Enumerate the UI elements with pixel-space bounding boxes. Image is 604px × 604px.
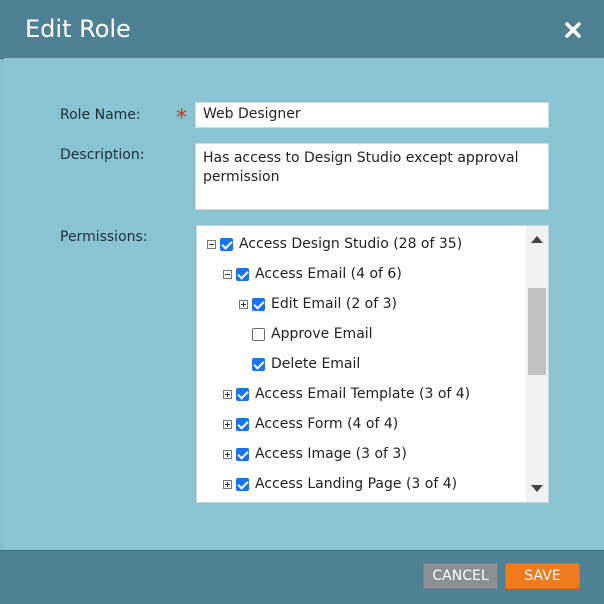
expand-plus-icon[interactable]: [223, 389, 232, 399]
permission-item[interactable]: Access Image (3 of 3): [223, 444, 407, 464]
role-name-input[interactable]: Web Designer: [195, 102, 549, 128]
permissions-tree[interactable]: Access Design Studio (28 of 35) Access Em…: [196, 225, 549, 503]
role-name-label: Role Name:: [60, 107, 141, 123]
permission-item[interactable]: Approve Email: [239, 324, 373, 344]
permission-label: Access Design Studio (28 of 35): [239, 236, 463, 252]
required-marker: *: [176, 106, 187, 131]
expand-plus-icon[interactable]: [223, 479, 232, 489]
close-icon[interactable]: [562, 19, 584, 41]
permission-checkbox[interactable]: [236, 477, 249, 491]
permission-item[interactable]: Delete Email: [239, 354, 360, 374]
save-button[interactable]: SAVE: [505, 563, 580, 589]
permission-label: Access Form (4 of 4): [255, 416, 399, 432]
permission-label: Access Email (4 of 6): [255, 266, 402, 282]
permission-label: Approve Email: [271, 326, 373, 342]
permission-label: Edit Email (2 of 3): [271, 296, 397, 312]
permission-checkbox[interactable]: [236, 417, 249, 431]
permission-checkbox[interactable]: [236, 387, 249, 401]
collapse-minus-icon[interactable]: [207, 239, 216, 249]
scrollbar-thumb[interactable]: [528, 288, 546, 375]
permission-label: Access Landing Page (3 of 4): [255, 476, 458, 492]
scroll-up-arrow-icon[interactable]: [531, 236, 543, 243]
permissions-label: Permissions:: [60, 229, 148, 245]
permission-item[interactable]: Access Email (4 of 6): [223, 264, 402, 284]
expand-plus-icon[interactable]: [223, 419, 232, 429]
permission-item[interactable]: Access Landing Page (3 of 4): [223, 474, 457, 494]
cancel-button[interactable]: CANCEL: [423, 563, 498, 589]
expand-plus-icon[interactable]: [239, 299, 248, 309]
permission-label: Access Image (3 of 3): [255, 446, 407, 462]
scroll-down-arrow-icon[interactable]: [531, 485, 543, 492]
expand-plus-icon[interactable]: [223, 449, 232, 459]
edit-role-dialog: Edit Role Role Name: * Web Designer Desc…: [0, 0, 604, 604]
permission-label: Delete Email: [271, 356, 361, 372]
permission-checkbox[interactable]: [252, 357, 265, 371]
collapse-minus-icon[interactable]: [223, 269, 232, 279]
dialog-header: Edit Role: [0, 0, 604, 59]
permission-item[interactable]: Edit Email (2 of 3): [239, 294, 397, 314]
permission-item[interactable]: Access Email Template (3 of 4): [223, 384, 470, 404]
permission-checkbox[interactable]: [236, 267, 249, 281]
permission-item[interactable]: Access Form (4 of 4): [223, 414, 398, 434]
permission-checkbox[interactable]: [252, 297, 265, 311]
dialog-title: Edit Role: [25, 15, 131, 43]
description-label: Description:: [60, 147, 145, 163]
permissions-scrollbar[interactable]: [526, 226, 548, 502]
permission-checkbox[interactable]: [252, 327, 265, 341]
description-textarea[interactable]: Has access to Design Studio except appro…: [195, 143, 549, 210]
permission-label: Access Email Template (3 of 4): [255, 386, 471, 402]
permission-item[interactable]: Access Design Studio (28 of 35): [207, 234, 462, 254]
permission-checkbox[interactable]: [236, 447, 249, 461]
permission-checkbox[interactable]: [220, 237, 233, 251]
